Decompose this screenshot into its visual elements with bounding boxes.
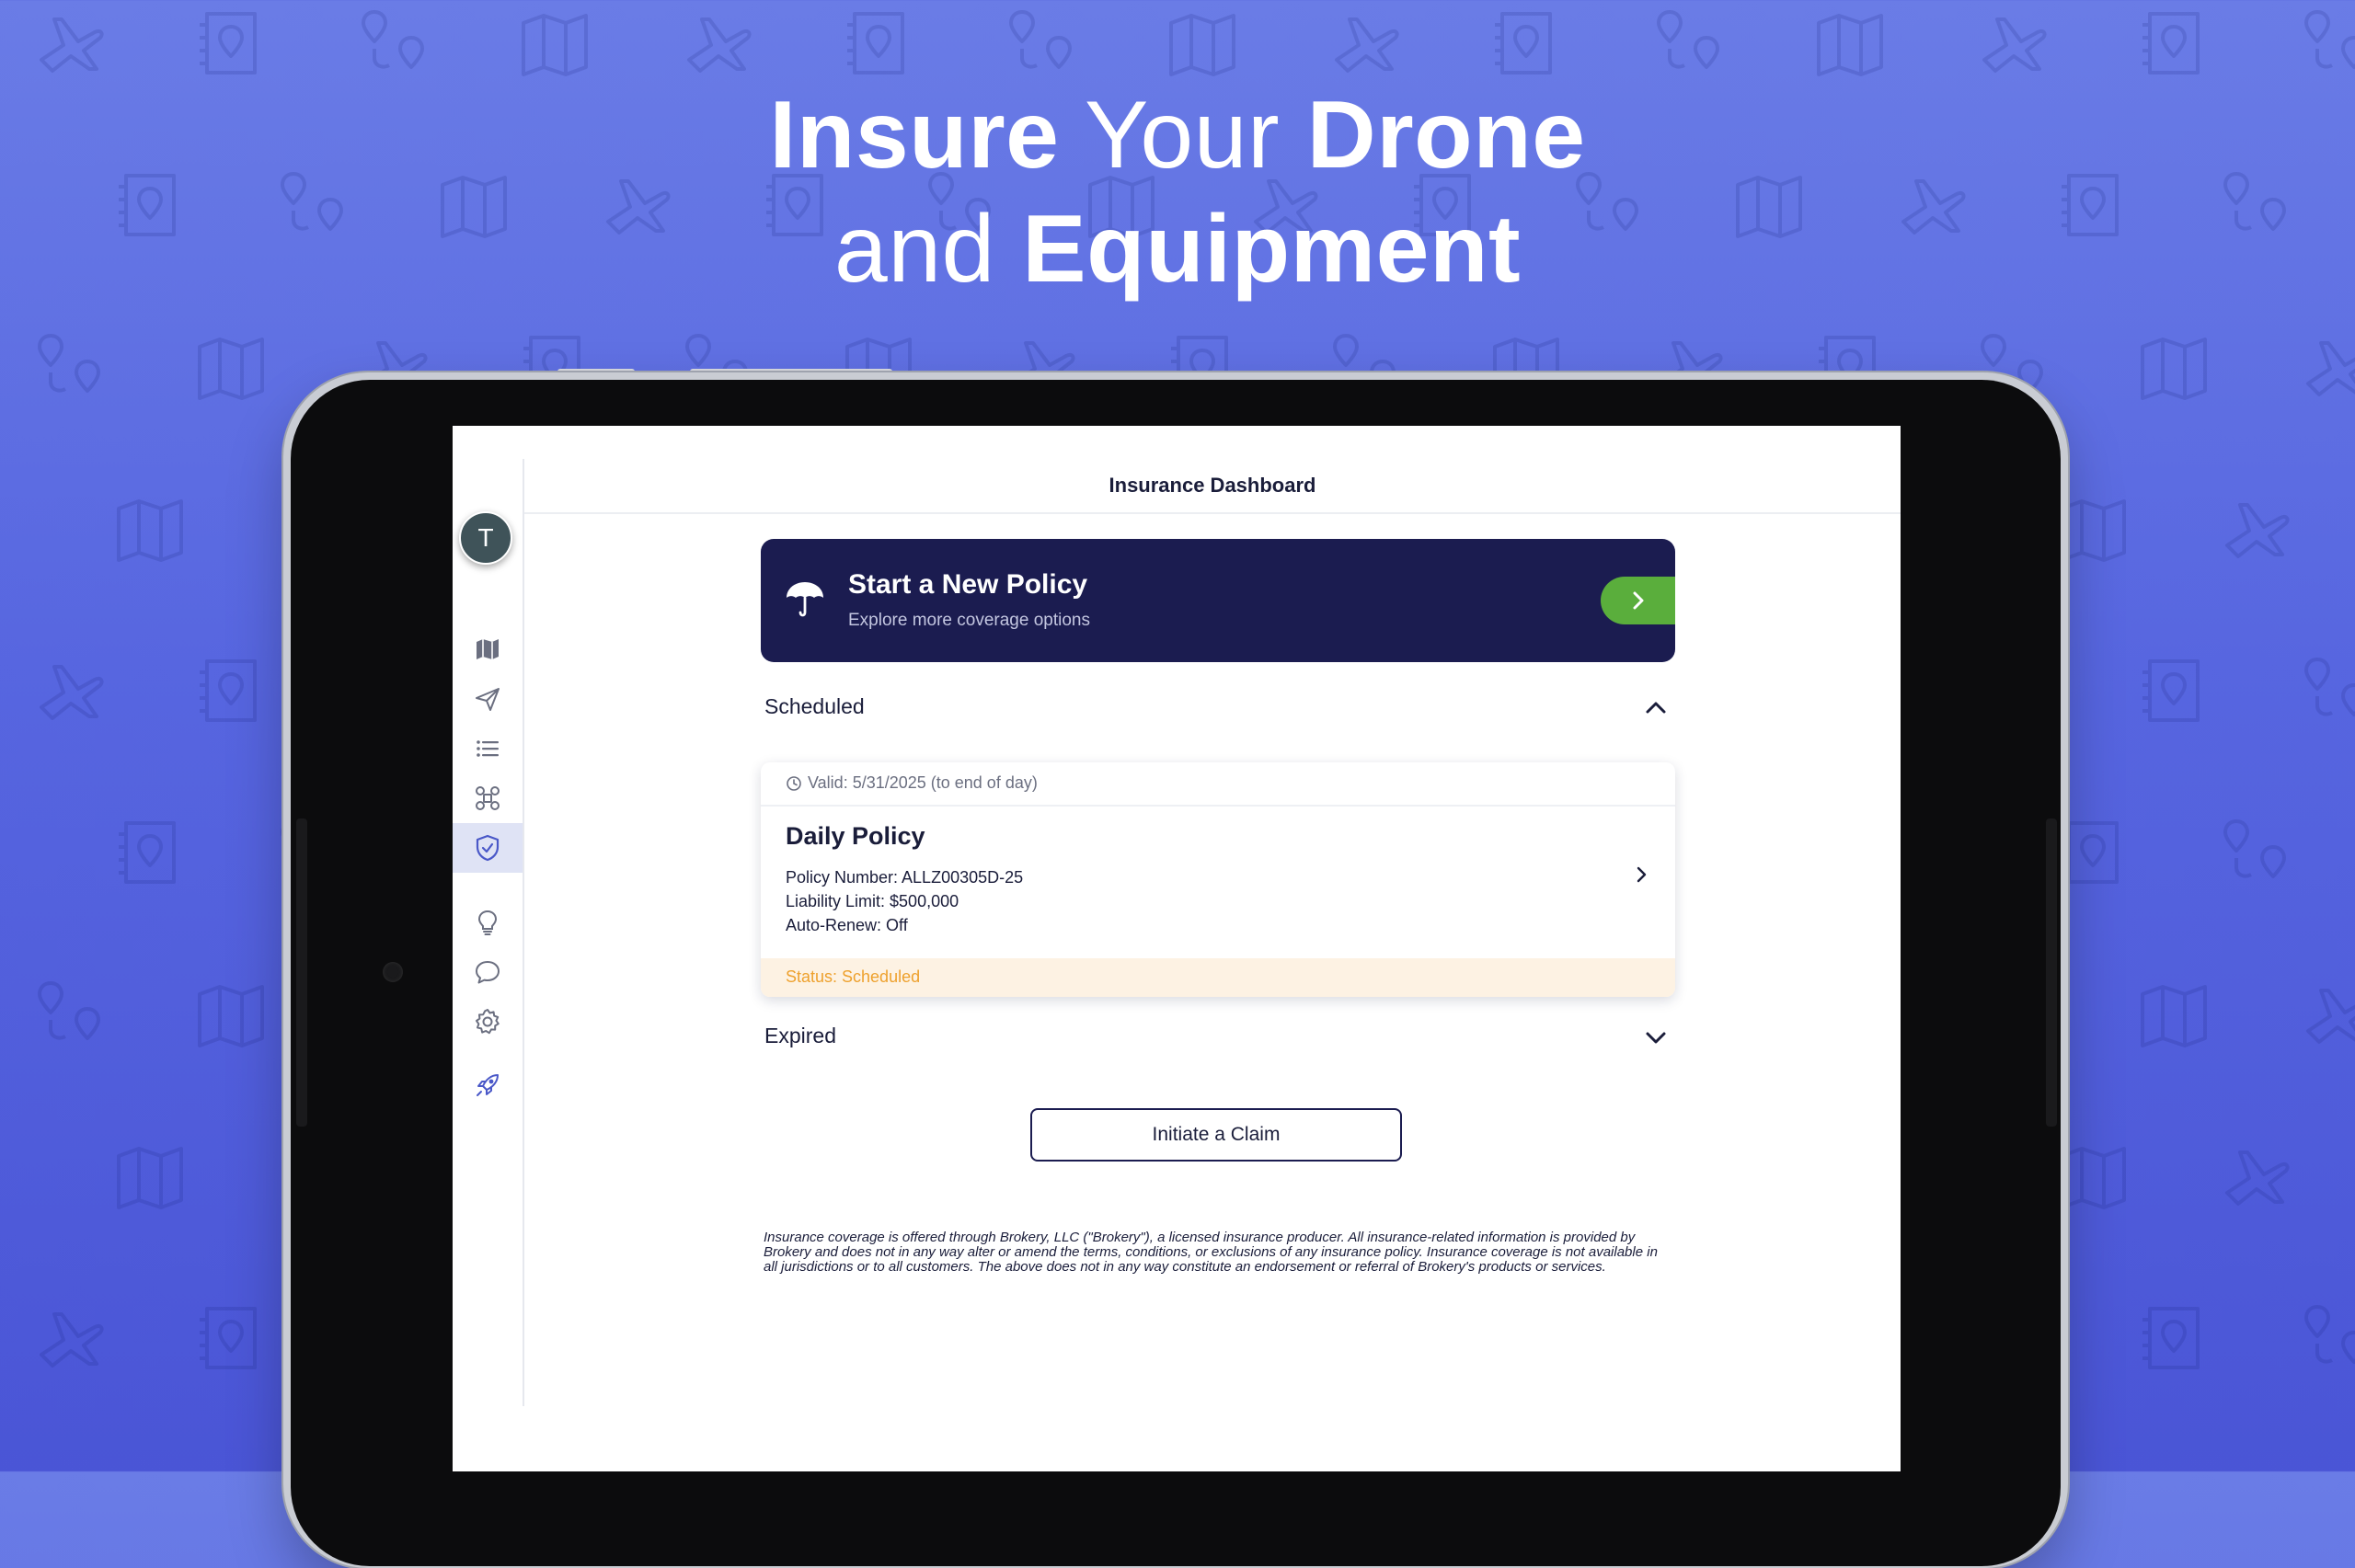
shield-check-icon	[476, 834, 500, 862]
initiate-claim-button[interactable]: Initiate a Claim	[1030, 1108, 1402, 1162]
background-map-icon	[2141, 985, 2207, 1047]
marketing-headline: Insure Your Drone and Equipment	[0, 78, 2355, 306]
policy-valid-row: Valid: 5/31/2025 (to end of day)	[761, 762, 1675, 807]
chevron-right-icon[interactable]	[1631, 864, 1651, 885]
headline-line-2: and Equipment	[0, 192, 2355, 306]
sidebar-item-insurance[interactable]	[453, 823, 523, 873]
status-badge: Status: Scheduled	[761, 958, 1675, 997]
background-map-icon	[2060, 499, 2126, 562]
background-book-icon	[1495, 12, 1552, 74]
background-book-icon	[2142, 659, 2200, 722]
headline-line-1: Insure Your Drone	[0, 78, 2355, 192]
background-plane-icon	[1335, 17, 1399, 73]
background-plane-icon	[2225, 503, 2290, 558]
policy-auto-renew: Auto-Renew: Off	[786, 916, 908, 934]
headline-word: Equipment	[1022, 196, 1522, 303]
policy-valid-date: Valid: 5/31/2025 (to end of day)	[808, 773, 1038, 792]
background-book-icon	[2062, 821, 2119, 884]
policy-liability-limit: Liability Limit: $500,000	[786, 892, 959, 910]
rocket-icon	[477, 1074, 499, 1096]
lightbulb-icon	[477, 910, 498, 935]
chevron-down-icon	[1646, 1032, 1666, 1044]
background-map-icon	[1169, 14, 1235, 76]
chat-bubble-icon	[476, 961, 500, 984]
section-scheduled-header[interactable]: Scheduled	[761, 681, 1675, 733]
camera-icon	[383, 962, 403, 982]
promo-subtitle: Explore more coverage options	[848, 611, 1090, 630]
page-title: Insurance Dashboard	[1109, 474, 1316, 497]
background-route-icon	[2223, 819, 2286, 878]
promo-title: Start a New Policy	[848, 569, 1088, 600]
background-plane-icon	[2225, 1150, 2290, 1206]
policy-title: Daily Policy	[786, 822, 925, 850]
background-route-icon	[2304, 10, 2355, 69]
drone-icon	[476, 786, 500, 810]
sidebar-item-settings[interactable]	[453, 997, 523, 1047]
sidebar-item-map[interactable]	[453, 624, 523, 674]
headline-word: Your	[1085, 82, 1281, 189]
background-book-icon	[2142, 12, 2200, 74]
background-plane-icon	[687, 17, 752, 73]
background-route-icon	[2304, 1305, 2355, 1364]
background-map-icon	[2060, 1147, 2126, 1209]
background-book-icon	[2142, 1307, 2200, 1369]
background-route-icon	[1009, 10, 1072, 69]
section-label-scheduled: Scheduled	[764, 694, 865, 718]
headline-word: and	[833, 196, 995, 303]
list-icon	[477, 740, 499, 757]
background-route-icon	[2304, 658, 2355, 716]
legal-disclaimer: Insurance coverage is offered through Br…	[764, 1230, 1658, 1275]
clock-icon	[787, 776, 801, 791]
headline-word: Insure	[769, 82, 1060, 189]
background-route-icon	[362, 10, 424, 69]
background-plane-icon	[1982, 17, 2047, 73]
policy-status: Status: Scheduled	[786, 967, 921, 986]
background-plane-icon	[2306, 989, 2355, 1044]
policy-card[interactable]: Valid: 5/31/2025 (to end of day) Daily P…	[761, 762, 1675, 997]
sidebar-item-drones[interactable]	[453, 773, 523, 823]
section-label-expired: Expired	[764, 1024, 836, 1047]
start-new-policy-banner[interactable]: Start a New Policy Explore more coverage…	[761, 539, 1675, 662]
sidebar-item-tips[interactable]	[453, 898, 523, 947]
promo-go-button[interactable]	[1601, 577, 1675, 624]
background-plane-icon	[2306, 341, 2355, 396]
chevron-right-icon	[1633, 591, 1644, 610]
background-plane-icon	[40, 665, 104, 720]
sidebar-item-logs[interactable]	[453, 724, 523, 773]
app-screen: T Insurance Dashboard Start a New Policy…	[453, 426, 1901, 1471]
background-book-icon	[847, 12, 904, 74]
background-route-icon	[38, 334, 100, 393]
background-map-icon	[117, 499, 183, 562]
background-plane-icon	[40, 17, 104, 73]
background-map-icon	[1817, 14, 1883, 76]
policy-number: Policy Number: ALLZ00305D-25	[786, 868, 1024, 887]
paper-plane-icon	[476, 688, 500, 711]
background-map-icon	[198, 338, 264, 400]
gear-icon	[476, 1009, 500, 1035]
tablet-side-button	[296, 818, 307, 1127]
umbrella-icon	[787, 582, 823, 617]
headline-word: Drone	[1306, 82, 1586, 189]
background-map-icon	[117, 1147, 183, 1209]
sidebar-item-launch[interactable]	[453, 1060, 523, 1110]
tablet-side-button	[2046, 818, 2057, 1127]
map-icon	[477, 639, 499, 659]
background-book-icon	[200, 1307, 257, 1369]
background-book-icon	[119, 821, 176, 884]
background-book-icon	[200, 659, 257, 722]
background-book-icon	[200, 12, 257, 74]
top-bar: Insurance Dashboard	[524, 459, 1901, 514]
background-route-icon	[1657, 10, 1719, 69]
background-map-icon	[522, 14, 588, 76]
background-map-icon	[198, 985, 264, 1047]
background-route-icon	[38, 981, 100, 1040]
sidebar: T	[453, 459, 524, 1406]
section-expired-header[interactable]: Expired	[761, 1011, 1675, 1062]
background-map-icon	[2141, 338, 2207, 400]
sidebar-item-messages[interactable]	[453, 947, 523, 997]
avatar[interactable]: T	[459, 511, 512, 565]
sidebar-item-flights[interactable]	[453, 674, 523, 724]
background-plane-icon	[40, 1312, 104, 1368]
chevron-up-icon	[1646, 702, 1666, 714]
